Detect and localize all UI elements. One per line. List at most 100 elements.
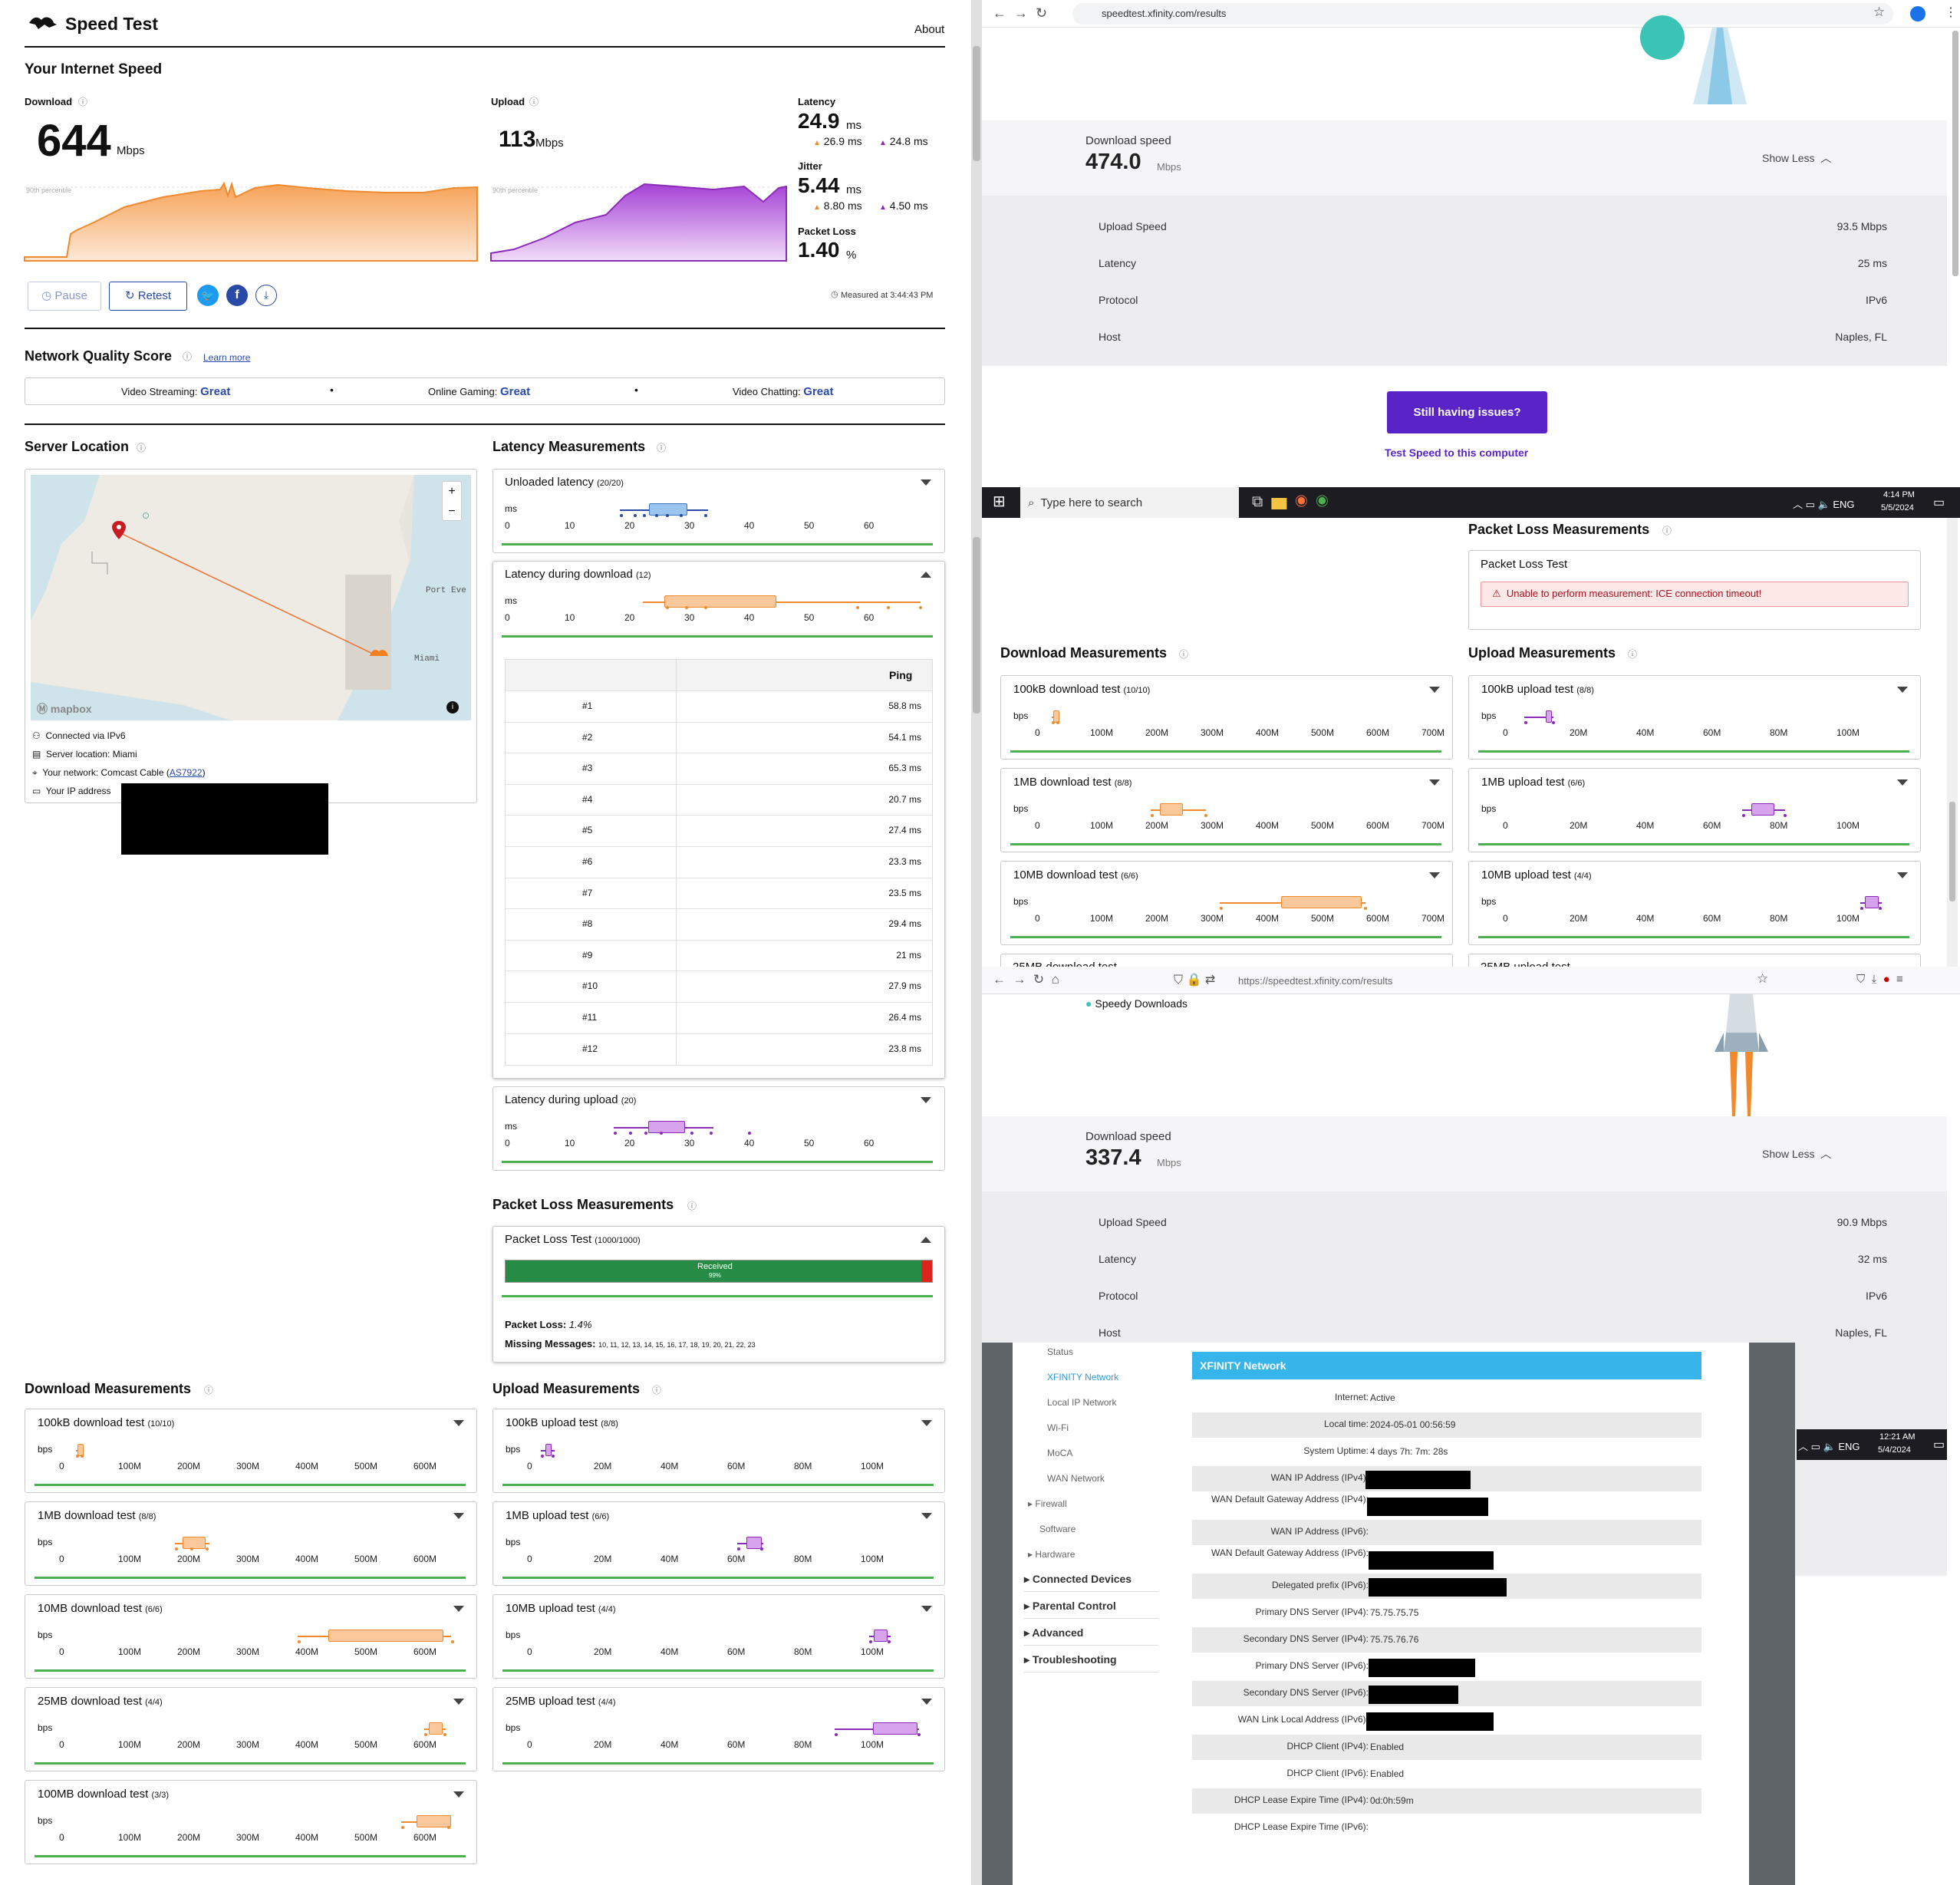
measurement-card[interactable]: 10MB upload test (4/4) bps 0 20M 40M 60M 80M 10…	[492, 1594, 945, 1679]
measurement-card[interactable]: 25MB upload test (4/4) bps 0 20M 40M 60M 80M 10…	[492, 1687, 945, 1771]
learn-more-link[interactable]: Learn more	[203, 352, 250, 363]
axis-tick: 600M	[413, 1832, 437, 1843]
axis-tick: 20M	[594, 1646, 612, 1657]
chevron-down-icon[interactable]	[453, 1513, 464, 1519]
router-menu-item[interactable]: ▸ Hardware	[1028, 1549, 1075, 1560]
packet-loss-label: Packet Loss	[798, 226, 856, 237]
measurement-card[interactable]: 10MB upload test (4/4) bps 0 20M 40M 60M 80M 10…	[1468, 861, 1921, 945]
profile-icon[interactable]	[1910, 6, 1925, 21]
axis-tick: 700M	[1421, 820, 1445, 831]
axis-tick: 300M	[236, 1461, 260, 1471]
measurement-card[interactable]: 1MB upload test (6/6) bps 0 20M 40M 60M 80M 100…	[1468, 768, 1921, 852]
download-results-icon[interactable]: ⤓	[255, 285, 277, 306]
router-menu-item[interactable]: ▸ Parental Control	[1024, 1600, 1116, 1613]
router-menu-item[interactable]: ▸ Connected Devices	[1024, 1573, 1132, 1586]
measurement-card[interactable]: 100kB upload test (8/8) bps 0 20M 40M 60M 80M 1…	[492, 1409, 945, 1493]
scrollbar[interactable]	[973, 46, 980, 161]
box	[873, 1722, 917, 1735]
chevron-down-icon[interactable]	[921, 1513, 932, 1519]
box	[1751, 803, 1774, 816]
router-menu-item[interactable]: XFINITY Network	[1047, 1372, 1118, 1382]
measurement-card-title: 10MB upload test (4/4)	[1481, 868, 1592, 882]
chevron-down-icon[interactable]	[1897, 872, 1908, 878]
router-menu-item[interactable]: WAN Network	[1047, 1473, 1105, 1484]
about-link[interactable]: About	[914, 23, 944, 36]
map[interactable]: Port Eve Miami + − Ⓜ mapbox i	[31, 475, 471, 720]
redacted-block	[1367, 1498, 1488, 1516]
chevron-down-icon[interactable]	[1429, 872, 1440, 878]
card-underline	[1010, 936, 1441, 938]
ff-star-icon[interactable]: ☆	[1757, 971, 1768, 987]
measurement-card[interactable]: 1MB download test (8/8) bps 0 100M 200M 300M 4…	[25, 1501, 477, 1586]
ping-row: #10 27.9 ms	[506, 971, 932, 1001]
ff-url[interactable]: https://speedtest.xfinity.com/results	[1238, 975, 1392, 987]
latency-meas-title: Latency Measurements	[492, 439, 646, 454]
router-menu-item[interactable]: ▸ Firewall	[1028, 1498, 1067, 1509]
router-menu-item[interactable]: Status	[1047, 1346, 1073, 1357]
chevron-up-icon[interactable]	[921, 1237, 931, 1243]
measurement-card[interactable]: 100MB download test (3/3) bps 0 100M 200M 300…	[25, 1780, 477, 1864]
test-speed-link[interactable]: Test Speed to this computer	[1385, 447, 1528, 459]
chevron-down-icon[interactable]	[453, 1791, 464, 1798]
zoom-controls[interactable]: + −	[442, 481, 462, 521]
ff-shield-icon[interactable]: ⛉ 🔒 ⇄	[1174, 972, 1215, 987]
ff-toolbar-icons[interactable]: ⛉ ⤓ ● ≡	[1856, 973, 1903, 986]
router-menu-item[interactable]: Wi-Fi	[1047, 1422, 1069, 1433]
notification-icon[interactable]: ▭	[1933, 1437, 1945, 1452]
facebook-icon[interactable]: f	[226, 285, 248, 306]
nav-buttons[interactable]: ← → ↻	[993, 5, 1047, 21]
ping-number: #11	[582, 1012, 598, 1023]
measurement-card[interactable]: 1MB upload test (6/6) bps 0 20M 40M 60M 80M 100…	[492, 1501, 945, 1586]
router-menu-item[interactable]: MoCA	[1047, 1448, 1072, 1458]
chevron-up-icon[interactable]	[921, 572, 931, 578]
router-menu-item[interactable]: ▸ Troubleshooting	[1024, 1653, 1117, 1666]
chevron-down-icon[interactable]	[1429, 687, 1440, 693]
ff-nav-buttons[interactable]: ← → ↻ ⌂	[993, 972, 1059, 987]
chevron-down-icon[interactable]	[921, 1097, 931, 1103]
axis-tick: 40	[744, 1138, 755, 1148]
chevron-down-icon[interactable]	[453, 1606, 464, 1612]
chevron-down-icon[interactable]	[1897, 779, 1908, 786]
measurement-card[interactable]: 10MB download test (6/6) bps 0 100M 200M 300M…	[25, 1594, 477, 1679]
router-menu-item[interactable]: Local IP Network	[1047, 1397, 1117, 1408]
ping-row: #5 27.4 ms	[506, 815, 932, 845]
received-pct: 99%	[709, 1272, 722, 1279]
retest-button[interactable]: ↻ Retest	[109, 282, 187, 311]
chevron-down-icon[interactable]	[453, 1420, 464, 1426]
chevron-down-icon[interactable]	[921, 479, 931, 486]
windows-start-icon[interactable]: ⊞	[993, 492, 1006, 511]
measurement-card[interactable]: 100kB download test (10/10) bps 0 100M 200M 3…	[25, 1409, 477, 1493]
nqs-title: Network Quality Score	[25, 348, 173, 364]
axis-tick: 100M	[861, 1646, 884, 1657]
measurement-card[interactable]: 1MB download test (8/8) bps 0 100M 200M 300M 4…	[1000, 768, 1453, 852]
chevron-down-icon[interactable]	[921, 1420, 932, 1426]
star-icon[interactable]: ☆	[1873, 5, 1885, 20]
measurement-card[interactable]: 10MB download test (6/6) bps 0 100M 200M 300M…	[1000, 861, 1453, 945]
br-show-less[interactable]: Show Less ︿	[1762, 1146, 1831, 1162]
latency-unit: ms	[846, 119, 861, 132]
taskbar-apps[interactable]: ⧉ ▆ ◉ ◉	[1252, 493, 1328, 511]
ping-row: #6 23.3 ms	[506, 846, 932, 877]
menu-icon[interactable]: ⋮	[1945, 5, 1957, 20]
measurement-card[interactable]: 25MB download test (4/4) bps 0 100M 200M 300M…	[25, 1687, 477, 1771]
twitter-icon[interactable]: 🐦	[197, 285, 219, 306]
router-menu-item[interactable]: Software	[1039, 1524, 1076, 1534]
chevron-down-icon[interactable]	[921, 1606, 932, 1612]
notification-icon[interactable]: ▭	[1933, 495, 1945, 510]
scrollbar-thumb[interactable]	[1949, 802, 1955, 901]
router-menu-item[interactable]: ▸ Advanced	[1024, 1626, 1083, 1639]
scrollbar[interactable]	[973, 537, 980, 713]
info-icon: ⓘ	[1179, 649, 1189, 660]
show-less-button[interactable]: Show Less ︿	[1762, 150, 1831, 166]
pause-button[interactable]: ◷ Pause	[28, 282, 101, 311]
chevron-down-icon[interactable]	[453, 1699, 464, 1705]
map-info-icon[interactable]: i	[446, 701, 459, 713]
chevron-down-icon[interactable]	[1897, 687, 1908, 693]
still-having-issues-button[interactable]: Still having issues?	[1387, 391, 1547, 433]
measurement-card[interactable]: 100kB download test (10/10) bps 0 100M 200M 3…	[1000, 675, 1453, 760]
axis-tick: 500M	[354, 1461, 378, 1471]
measurement-card[interactable]: 100kB upload test (8/8) bps 0 20M 40M 60M 80M 1…	[1468, 675, 1921, 760]
scrollbar[interactable]	[1952, 31, 1958, 276]
chevron-down-icon[interactable]	[1429, 779, 1440, 786]
chevron-down-icon[interactable]	[921, 1699, 932, 1705]
